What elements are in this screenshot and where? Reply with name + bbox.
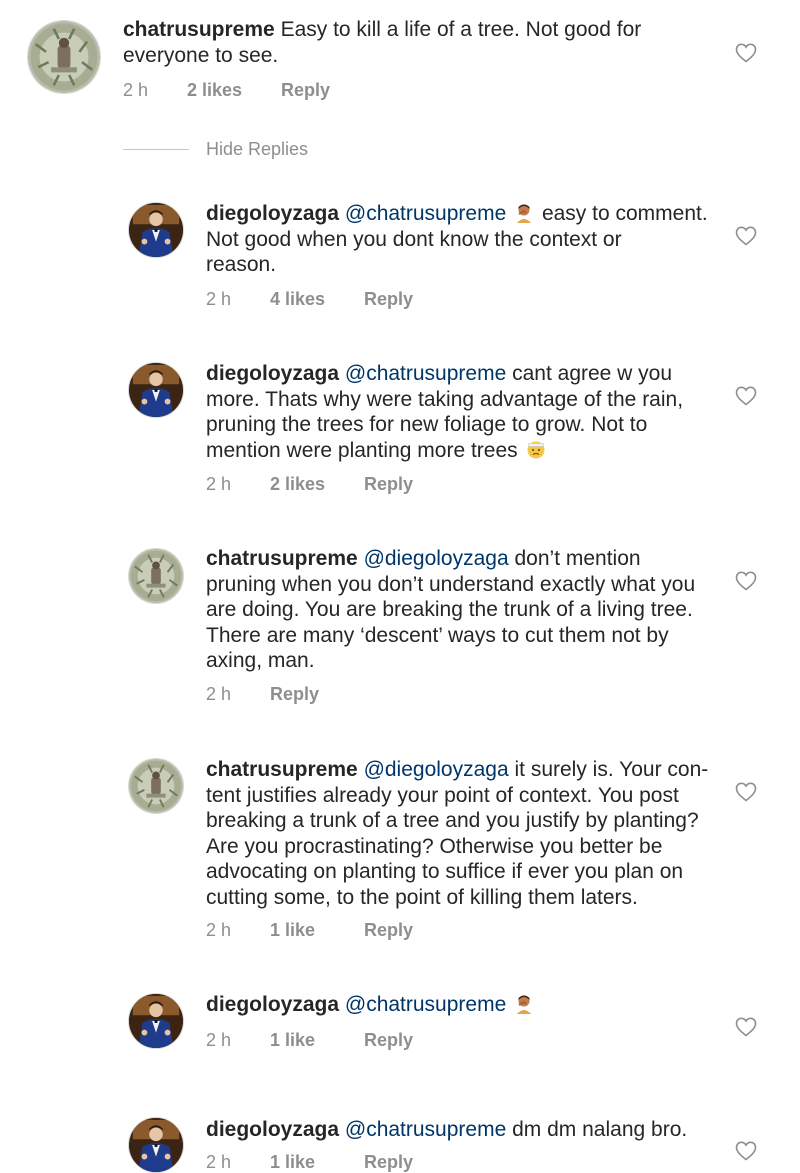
comment-body: cant agree w you [512,362,673,385]
comment-body-line: There are many ‘descent’ ways to cut the… [206,623,669,647]
like-heart-icon[interactable] [734,569,758,593]
comment-body-line: pruning when you don’t understand exactl… [206,572,696,596]
avatar[interactable] [128,202,184,258]
timestamp: 2 h [206,474,232,494]
comment-meta: 2 h 1 like Reply [206,919,413,941]
reply-button[interactable]: Reply [364,1151,413,1173]
person-facepalming-emoji [514,994,534,1014]
avatar[interactable] [27,20,101,94]
mention-link[interactable]: @chatrusupreme [345,362,506,385]
like-heart-icon[interactable] [734,1139,758,1163]
face-with-head-bandage-emoji [526,440,546,460]
mention-link[interactable]: @diegoloyzaga [364,758,509,781]
username[interactable]: diegoloyzaga [206,362,339,385]
comment-meta: 2 h 1 like Reply [206,1029,413,1051]
avatar[interactable] [128,1117,184,1173]
comment-meta: 2 h 2 likes Reply [123,79,330,101]
comment-body-line: breaking a trunk of a tree and you justi… [206,809,699,832]
avatar[interactable] [128,993,184,1049]
timestamp: 2 h [123,80,149,100]
comment-text: chatrusupreme @diegoloyzaga it surely is… [206,757,708,910]
comment-body-line: cutting some, to the point of killing th… [206,885,638,909]
comment-body: dm dm nalang bro. [512,1118,688,1141]
comments-thread: chatrusupreme Easy to kill a life of a t… [0,0,800,1173]
comment-body-line: tent justifies already your point of con… [206,783,679,807]
username[interactable]: chatrusupreme [206,758,358,781]
comment-body-line: mention were planting more trees [206,438,518,462]
reply-button[interactable]: Reply [364,1029,413,1051]
comment-body-line: more. Thats why were taking advantage of… [206,387,684,411]
reply-button[interactable]: Reply [364,919,413,941]
comment-meta: 2 h 2 likes Reply [206,473,413,495]
comment-meta: 2 h Reply [206,683,319,705]
comment-body-line: are doing. You are breaking the trunk of… [206,598,693,621]
comment-body: it surely is. Your con- [514,758,709,781]
like-heart-icon[interactable] [734,224,758,248]
avatar[interactable] [128,548,184,604]
comment-body-line: Are you procrastinating? Otherwise you b… [206,834,663,858]
comment-body: don’t mention [514,547,641,570]
comment-body-line: everyone to see. [123,43,279,67]
person-facepalming-emoji [514,203,534,223]
comment-text: diegoloyzaga @chatrusupreme dm dm nalang… [206,1117,687,1143]
timestamp: 2 h [206,289,232,309]
mention-link[interactable]: @chatrusupreme [345,202,506,225]
comment-text: diegoloyzaga @chatrusupreme cant agree w… [206,361,683,463]
reply-button[interactable]: Reply [270,683,319,705]
comment-text: diegoloyzaga @chatrusupreme [206,992,536,1018]
timestamp: 2 h [206,920,232,940]
likes-count[interactable]: 1 like [270,1029,364,1051]
timestamp: 2 h [206,1152,232,1172]
comment-text: diegoloyzaga @chatrusupreme easy to comm… [206,201,708,278]
hide-replies-label[interactable]: Hide Replies [206,139,308,160]
avatar[interactable] [128,758,184,814]
comment-body-line: pruning the trees for new foliage to gro… [206,413,648,436]
username[interactable]: chatrusupreme [206,547,358,570]
comment-meta: 2 h 1 like Reply [206,1151,413,1173]
comment-body: easy to comment. [541,202,708,225]
timestamp: 2 h [206,1030,232,1050]
likes-count[interactable]: 1 like [270,1151,364,1173]
comment-body-line: reason. [206,253,277,276]
like-heart-icon[interactable] [734,384,758,408]
like-heart-icon[interactable] [734,41,758,65]
timestamp: 2 h [206,684,232,704]
comment-body-line: advocating on planting to suffice if eve… [206,860,684,883]
username[interactable]: diegoloyzaga [206,1118,339,1141]
likes-count[interactable]: 2 likes [187,79,281,101]
reply-button[interactable]: Reply [364,473,413,495]
likes-count[interactable]: 1 like [270,919,364,941]
mention-link[interactable]: @chatrusupreme [345,993,506,1016]
comment-body: Easy to kill a life of a tree. Not good … [280,18,642,41]
like-heart-icon[interactable] [734,1015,758,1039]
comment-text: chatrusupreme Easy to kill a life of a t… [123,17,641,68]
like-heart-icon[interactable] [734,780,758,804]
avatar[interactable] [128,362,184,418]
reply-button[interactable]: Reply [364,288,413,310]
username[interactable]: chatrusupreme [123,18,275,41]
reply-button[interactable]: Reply [281,79,330,101]
divider-line [123,149,189,150]
likes-count[interactable]: 2 likes [270,473,364,495]
comment-body-line: Not good when you dont know the context … [206,227,622,251]
username[interactable]: diegoloyzaga [206,993,339,1016]
mention-link[interactable]: @chatrusupreme [345,1118,506,1141]
comment-body-line: axing, man. [206,649,315,672]
likes-count[interactable]: 4 likes [270,288,364,310]
hide-replies-toggle[interactable]: Hide Replies [123,139,308,160]
username[interactable]: diegoloyzaga [206,202,339,225]
mention-link[interactable]: @diegoloyzaga [364,547,509,570]
comment-text: chatrusupreme @diegoloyzaga don’t mentio… [206,546,695,674]
comment-meta: 2 h 4 likes Reply [206,288,413,310]
